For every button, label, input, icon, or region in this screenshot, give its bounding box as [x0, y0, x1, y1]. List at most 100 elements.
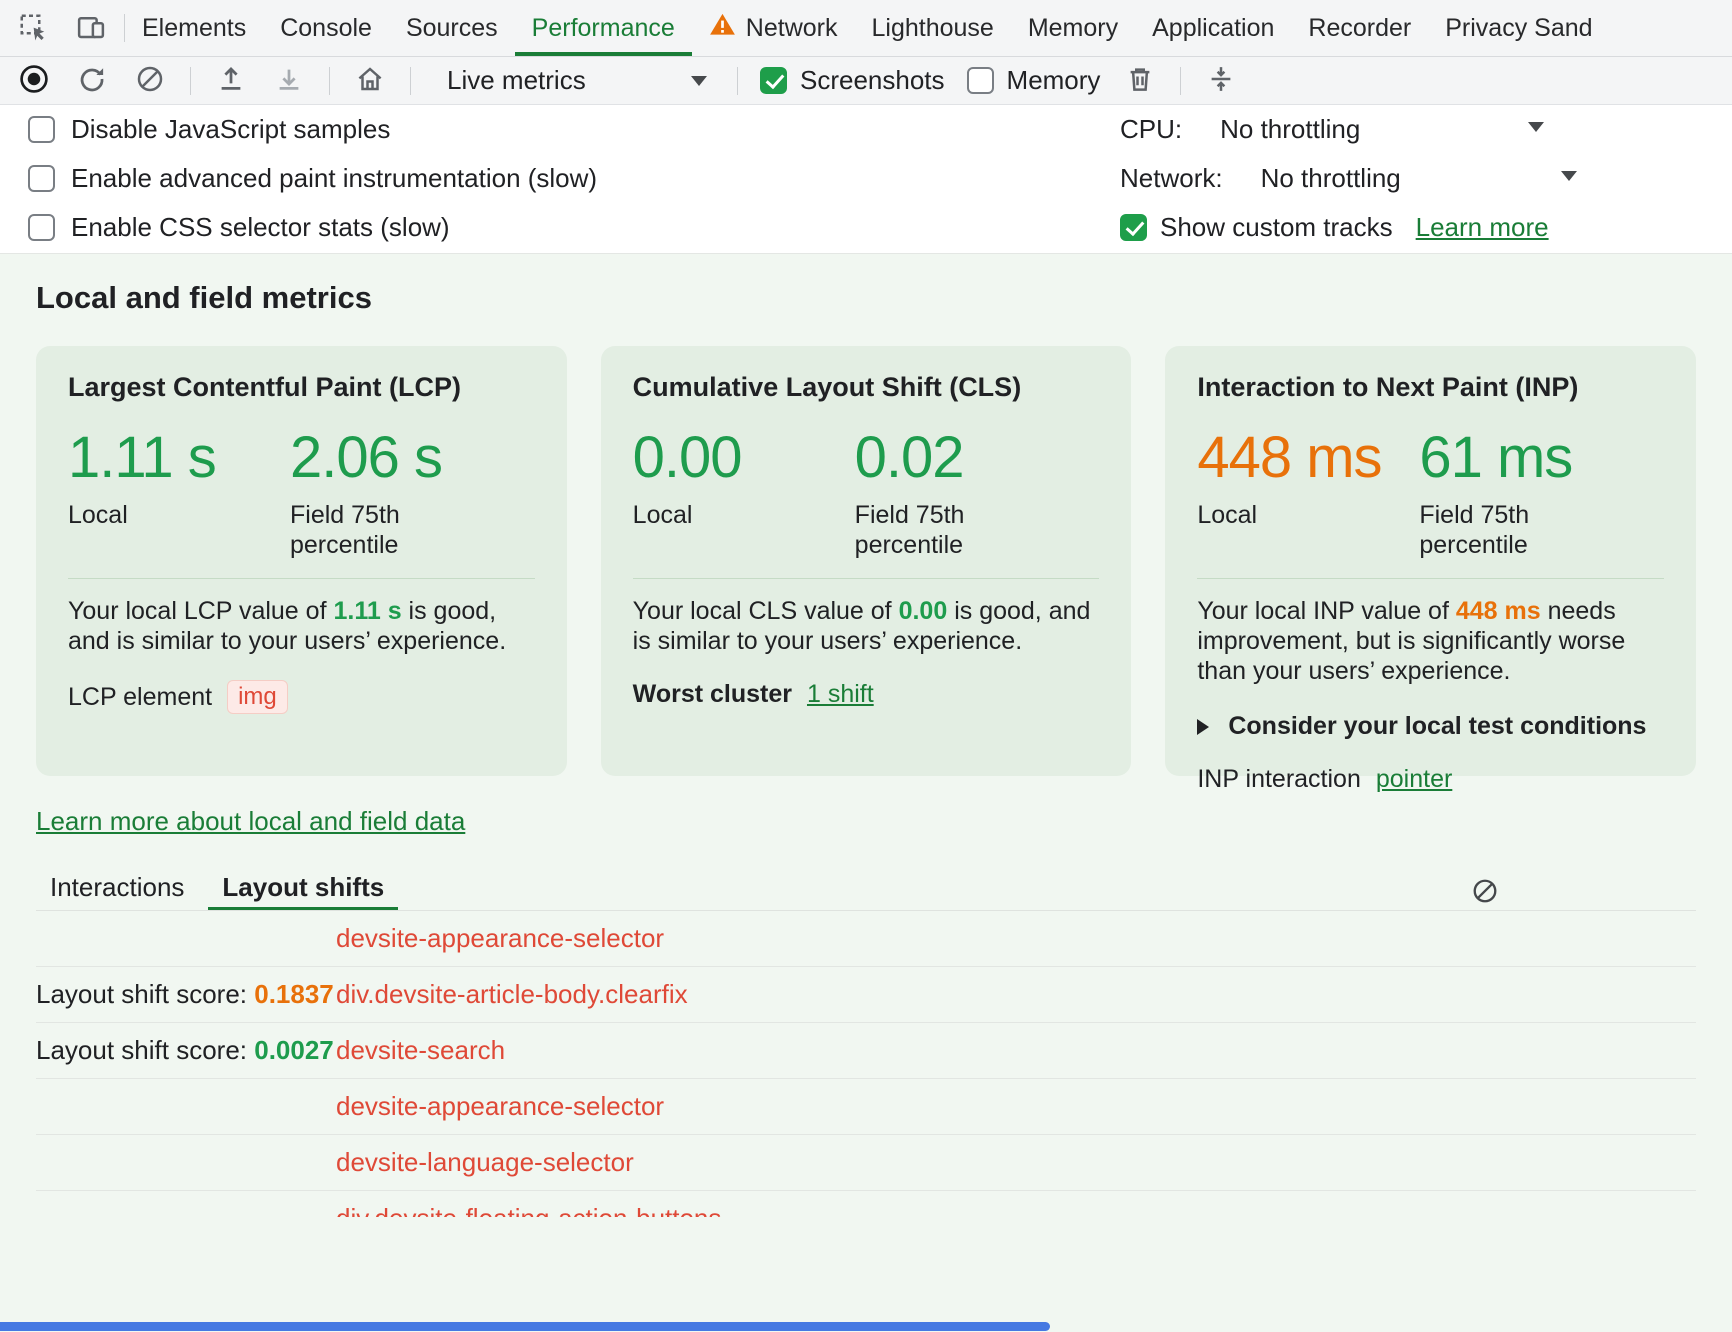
network-throttling-select[interactable]: Network: No throttling [1120, 154, 1732, 203]
divider [190, 67, 191, 95]
setting-label: Enable CSS selector stats (slow) [71, 212, 450, 243]
inp-local-value: 448 ms [1197, 429, 1419, 487]
node-link[interactable]: div.devsite-article-body.clearfix [336, 979, 688, 1010]
tab-memory[interactable]: Memory [1011, 0, 1135, 56]
load-profile-button[interactable] [213, 63, 249, 99]
tab-label: Sources [406, 14, 498, 43]
download-icon [274, 64, 304, 97]
record-and-reload-button[interactable] [74, 63, 110, 99]
log-tabs: Interactions Layout shifts [36, 865, 1696, 911]
collect-garbage-button[interactable] [1122, 63, 1158, 99]
cls-local-label: Local [633, 500, 793, 530]
metric-cards: Largest Contentful Paint (LCP) 1.11 s Lo… [36, 346, 1696, 776]
layout-shift-row: devsite-language-selector [36, 1135, 1696, 1191]
inp-field-label: Field 75th percentile [1419, 500, 1579, 560]
inspect-element-button[interactable] [12, 7, 54, 49]
tab-privacy-sandbox[interactable]: Privacy Sand [1428, 0, 1609, 56]
disable-js-samples-checkbox[interactable] [28, 116, 55, 143]
tab-console[interactable]: Console [263, 0, 389, 56]
screenshots-label: Screenshots [800, 65, 945, 96]
chevron-down-icon [1528, 122, 1544, 132]
layout-shift-row: div.devsite-floating-action-buttons [36, 1191, 1696, 1217]
tab-label: Recorder [1308, 14, 1411, 43]
inp-card-title: Interaction to Next Paint (INP) [1197, 372, 1664, 403]
tab-recorder[interactable]: Recorder [1291, 0, 1428, 56]
cls-card: Cumulative Layout Shift (CLS) 0.00 Local… [601, 346, 1132, 776]
reload-icon [77, 64, 107, 97]
throttling-settings: CPU: No throttling Network: No throttlin… [1120, 105, 1732, 252]
advanced-paint-checkbox[interactable] [28, 165, 55, 192]
cpu-label: CPU: [1120, 114, 1182, 145]
inp-interaction-label: INP interaction [1197, 765, 1361, 794]
tab-network[interactable]: Network [692, 0, 855, 56]
lcp-local-value: 1.11 s [68, 429, 290, 487]
tab-interactions[interactable]: Interactions [36, 865, 198, 910]
worst-cluster-label: Worst cluster [633, 680, 792, 709]
lcp-local-label: Local [68, 500, 228, 530]
tab-lighthouse[interactable]: Lighthouse [854, 0, 1010, 56]
memory-checkbox[interactable] [967, 67, 994, 94]
cls-field-value: 0.02 [855, 429, 1077, 487]
collapse-button[interactable] [1203, 63, 1239, 99]
divider [329, 67, 330, 95]
live-metrics-select[interactable]: Live metrics [433, 65, 715, 96]
cls-local-value: 0.00 [633, 429, 855, 487]
tab-label: Application [1152, 14, 1274, 43]
tab-label: Console [280, 14, 372, 43]
network-throttling-value: No throttling [1261, 163, 1401, 194]
tab-layout-shifts[interactable]: Layout shifts [208, 865, 398, 910]
warning-icon [709, 11, 736, 45]
node-link[interactable]: devsite-search [336, 1035, 505, 1066]
show-custom-tracks-label: Show custom tracks [1160, 212, 1393, 243]
worst-cluster-link[interactable]: 1 shift [807, 680, 874, 709]
inp-interaction-link[interactable]: pointer [1376, 765, 1452, 794]
show-custom-tracks-setting: Show custom tracks Learn more [1120, 203, 1732, 252]
layout-shift-score: 0.1837 [254, 979, 334, 1009]
tabbar-icons [0, 0, 124, 56]
divider [633, 578, 1100, 579]
learn-more-link[interactable]: Learn more [1416, 212, 1549, 243]
clear-log-button[interactable] [1464, 871, 1506, 913]
cpu-throttling-value: No throttling [1220, 114, 1360, 145]
tab-sources[interactable]: Sources [389, 0, 515, 56]
lcp-card: Largest Contentful Paint (LCP) 1.11 s Lo… [36, 346, 567, 776]
memory-label: Memory [1007, 65, 1101, 96]
learn-more-field-data-link[interactable]: Learn more about local and field data [36, 806, 465, 837]
live-metrics-panel: Local and field metrics Largest Contentf… [0, 254, 1732, 1332]
tab-performance[interactable]: Performance [515, 0, 692, 56]
home-button[interactable] [352, 63, 388, 99]
css-selector-stats-checkbox[interactable] [28, 214, 55, 241]
show-custom-tracks-row[interactable]: Show custom tracks Learn more [1120, 212, 1549, 243]
collapse-icon [1206, 64, 1236, 97]
inp-field-value: 61 ms [1419, 429, 1641, 487]
local-test-conditions-expander[interactable]: Consider your local test conditions [1197, 712, 1664, 741]
tab-application[interactable]: Application [1135, 0, 1291, 56]
node-link[interactable]: devsite-language-selector [336, 1147, 634, 1178]
node-link[interactable]: devsite-appearance-selector [336, 923, 664, 954]
layout-shift-row: devsite-appearance-selector [36, 1079, 1696, 1135]
performance-settings: Disable JavaScript samples Enable advanc… [0, 105, 1732, 254]
show-custom-tracks-checkbox[interactable] [1120, 214, 1147, 241]
tab-elements[interactable]: Elements [125, 0, 263, 56]
tab-label: Lighthouse [871, 14, 993, 43]
device-toolbar-button[interactable] [70, 7, 112, 49]
lcp-element-node-link[interactable]: img [227, 680, 288, 714]
save-profile-button[interactable] [271, 63, 307, 99]
screenshots-checkbox[interactable] [760, 67, 787, 94]
horizontal-scrollbar-thumb[interactable] [0, 1322, 1050, 1331]
screenshots-checkbox-row[interactable]: Screenshots [760, 65, 945, 96]
expander-label: Consider your local test conditions [1228, 712, 1646, 741]
inp-local-label: Local [1197, 500, 1357, 530]
memory-checkbox-row[interactable]: Memory [967, 65, 1101, 96]
upload-icon [216, 64, 246, 97]
cpu-throttling-select[interactable]: CPU: No throttling [1120, 105, 1732, 154]
clear-button[interactable] [132, 63, 168, 99]
node-link[interactable]: div.devsite-floating-action-buttons [336, 1203, 721, 1217]
network-label: Network: [1120, 163, 1223, 194]
tab-label: Privacy Sand [1445, 14, 1592, 43]
node-link[interactable]: devsite-appearance-selector [336, 1091, 664, 1122]
devtools-tab-bar: Elements Console Sources Performance Net… [0, 0, 1732, 57]
cls-description: Your local CLS value of 0.00 is good, an… [633, 596, 1100, 656]
record-button[interactable] [16, 63, 52, 99]
layout-shift-row: devsite-appearance-selector [36, 911, 1696, 967]
